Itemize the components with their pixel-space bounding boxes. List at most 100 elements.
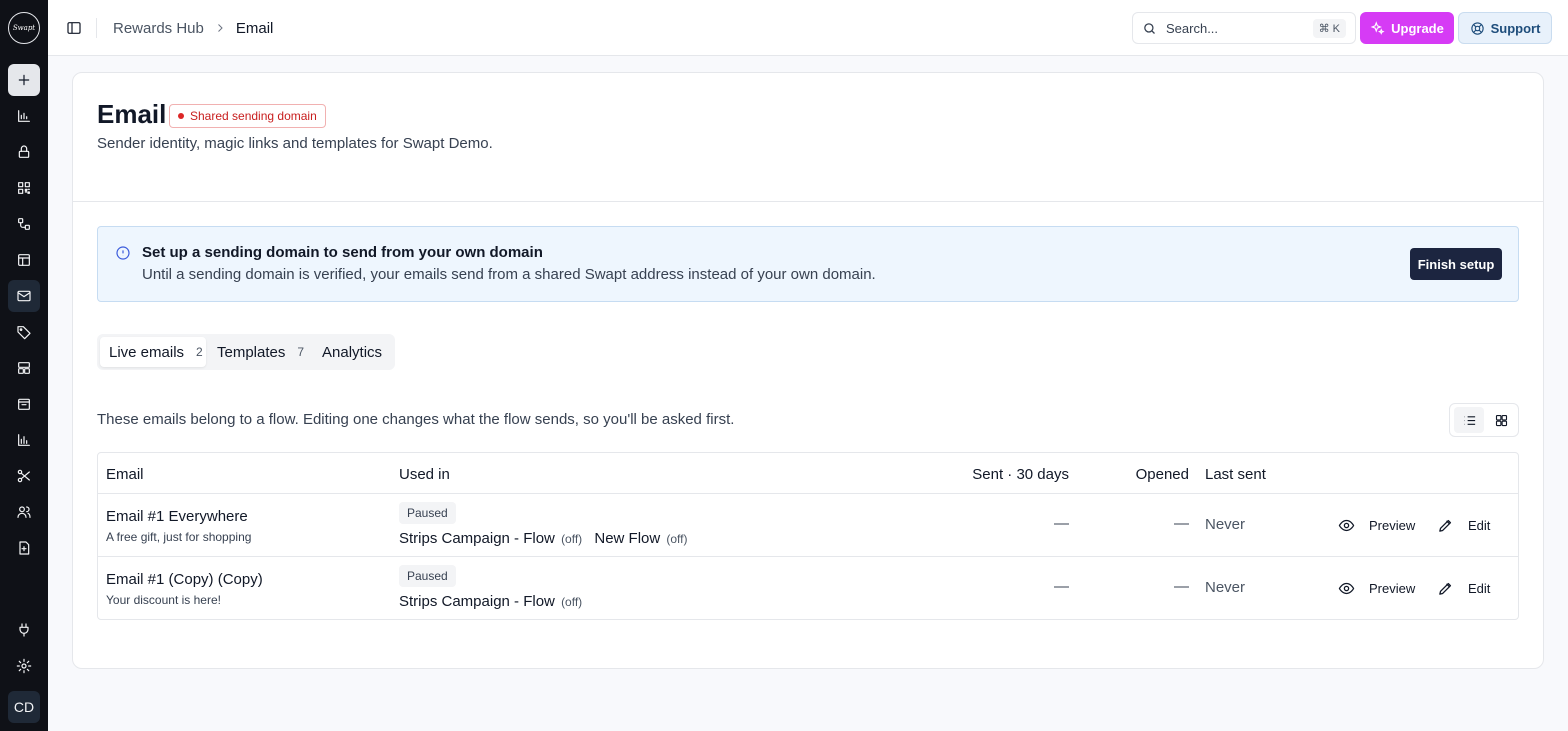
preview-button[interactable]: Preview [1338,514,1415,536]
analytics-icon [18,434,30,446]
sidebar-item-reports[interactable] [8,532,40,564]
table-row[interactable]: Email #1 (Copy) (Copy) Your discount is … [98,557,1518,620]
pencil-icon [1439,582,1452,595]
edit-button[interactable]: Edit [1437,514,1490,536]
sidebar-item-flows[interactable] [8,208,40,240]
tab-live-emails[interactable]: Live emails 2 [100,337,206,367]
email-name[interactable]: Email #1 (Copy) (Copy) [106,571,263,588]
sidebar-item-qr-codes[interactable] [8,172,40,204]
flow-name: New Flow [594,530,661,547]
preview-button[interactable]: Preview [1338,577,1415,599]
sidebar-toggle-button[interactable] [64,18,84,38]
status-dot [178,113,184,119]
tab-count: 7 [297,345,305,359]
column-header-email: Email [106,466,144,483]
alert-title: Set up a sending domain to send from you… [142,244,543,261]
brand-logo[interactable]: Swapt [8,12,40,44]
last-sent: Never [1205,516,1246,533]
sidebar-item-catalog[interactable] [8,352,40,384]
sparkles-icon [1370,20,1385,35]
last-sent: Never [1205,579,1246,596]
sidebar-item-dashboard[interactable] [8,100,40,132]
email-settings-card: Email Shared sending domain Sender ident… [72,72,1544,669]
flow-list: Strips Campaign - Flow (off) [399,593,582,610]
status-badge: Paused [399,502,456,524]
email-name[interactable]: Email #1 Everywhere [106,508,248,525]
live-emails-table: Email Used in Sent · 30 days Opened Last… [97,452,1519,620]
tab-label: Analytics [322,343,383,361]
email-subject: Your discount is here! [106,593,221,607]
sidebar-item-offers[interactable] [8,316,40,348]
gear-icon [16,658,32,674]
edit-label: Edit [1468,517,1491,533]
eye-icon [1338,582,1355,594]
sidebar-item-settings[interactable] [8,650,40,682]
layout-icon [18,254,30,266]
flow-state: (off) [561,532,583,546]
finish-setup-button[interactable]: Finish setup [1410,248,1502,280]
table-row[interactable]: Email #1 Everywhere A free gift, just fo… [98,494,1518,557]
create-new-button[interactable] [8,64,40,96]
sending-domain-alert: Set up a sending domain to send from you… [97,226,1519,302]
tab-count: 2 [196,345,203,359]
card-divider [73,201,1543,202]
preview-label: Preview [1369,517,1416,533]
search-icon [1144,22,1155,34]
sidebar-item-analytics[interactable] [8,424,40,456]
lock-icon [18,145,30,158]
tab-label: Live emails [109,343,185,361]
lifebuoy-icon [1470,21,1484,35]
edit-button[interactable]: Edit [1437,577,1490,599]
flow-name: Strips Campaign - Flow [399,530,555,547]
mail-icon [17,290,31,302]
breadcrumb-rewards-hub[interactable]: Rewards Hub [113,20,204,37]
header-divider [96,18,97,38]
plug-icon [19,623,29,637]
column-header-last-sent: Last sent [1205,466,1266,483]
edit-label: Edit [1468,580,1491,596]
flow-link[interactable]: Strips Campaign - Flow (off) [399,530,582,547]
package-icon [18,398,30,410]
eye-icon [1338,519,1355,531]
flow-link[interactable]: Strips Campaign - Flow (off) [399,593,582,610]
sidebar-item-orders[interactable] [8,388,40,420]
grid-view-button[interactable] [1486,407,1516,433]
sidebar-item-access[interactable] [8,136,40,168]
tab-analytics[interactable]: Analytics [312,337,392,367]
support-button[interactable]: Support [1458,12,1552,44]
email-tabs: Live emails 2 Templates 7 Analytics [97,334,395,370]
flow-name: Strips Campaign - Flow [399,593,555,610]
column-header-opened: Opened [1135,466,1189,483]
user-avatar[interactable]: CD [8,691,40,723]
tab-label: Templates [217,343,286,361]
status-badge: Shared sending domain [169,104,326,128]
grid-icon [1495,414,1507,426]
flow-state: (off) [561,595,583,609]
upgrade-label: Upgrade [1391,20,1444,36]
email-subject: A free gift, just for shopping [106,530,252,544]
rows-icon [18,362,30,374]
list-view-button[interactable] [1454,407,1484,433]
sent-count: — [1054,515,1069,532]
flow-link[interactable]: New Flow (off) [594,530,687,547]
sidebar-item-email[interactable] [8,280,40,312]
column-header-used-in: Used in [399,466,450,483]
flow-list: Strips Campaign - Flow (off) New Flow (o… [399,530,688,547]
flow-state: (off) [666,532,688,546]
sidebar-item-pages[interactable] [8,244,40,276]
sidebar-item-connections[interactable] [8,614,40,646]
preview-label: Preview [1369,580,1416,596]
scissors-icon [17,469,30,483]
top-header: Rewards Hub Email Search... ⌘ K Upgrade … [48,0,1568,56]
sidebar: Swapt CD [0,0,48,731]
support-label: Support [1490,20,1541,36]
sidebar-item-integrations[interactable] [8,460,40,492]
page-subtitle: Sender identity, magic links and templat… [97,135,493,152]
upgrade-button[interactable]: Upgrade [1360,12,1454,44]
sidebar-item-customers[interactable] [8,496,40,528]
tab-templates[interactable]: Templates 7 [208,337,306,367]
bar-chart-icon [18,110,30,122]
search-input[interactable]: Search... ⌘ K [1132,12,1356,44]
opened-count: — [1174,578,1189,595]
plus-icon [18,74,30,86]
